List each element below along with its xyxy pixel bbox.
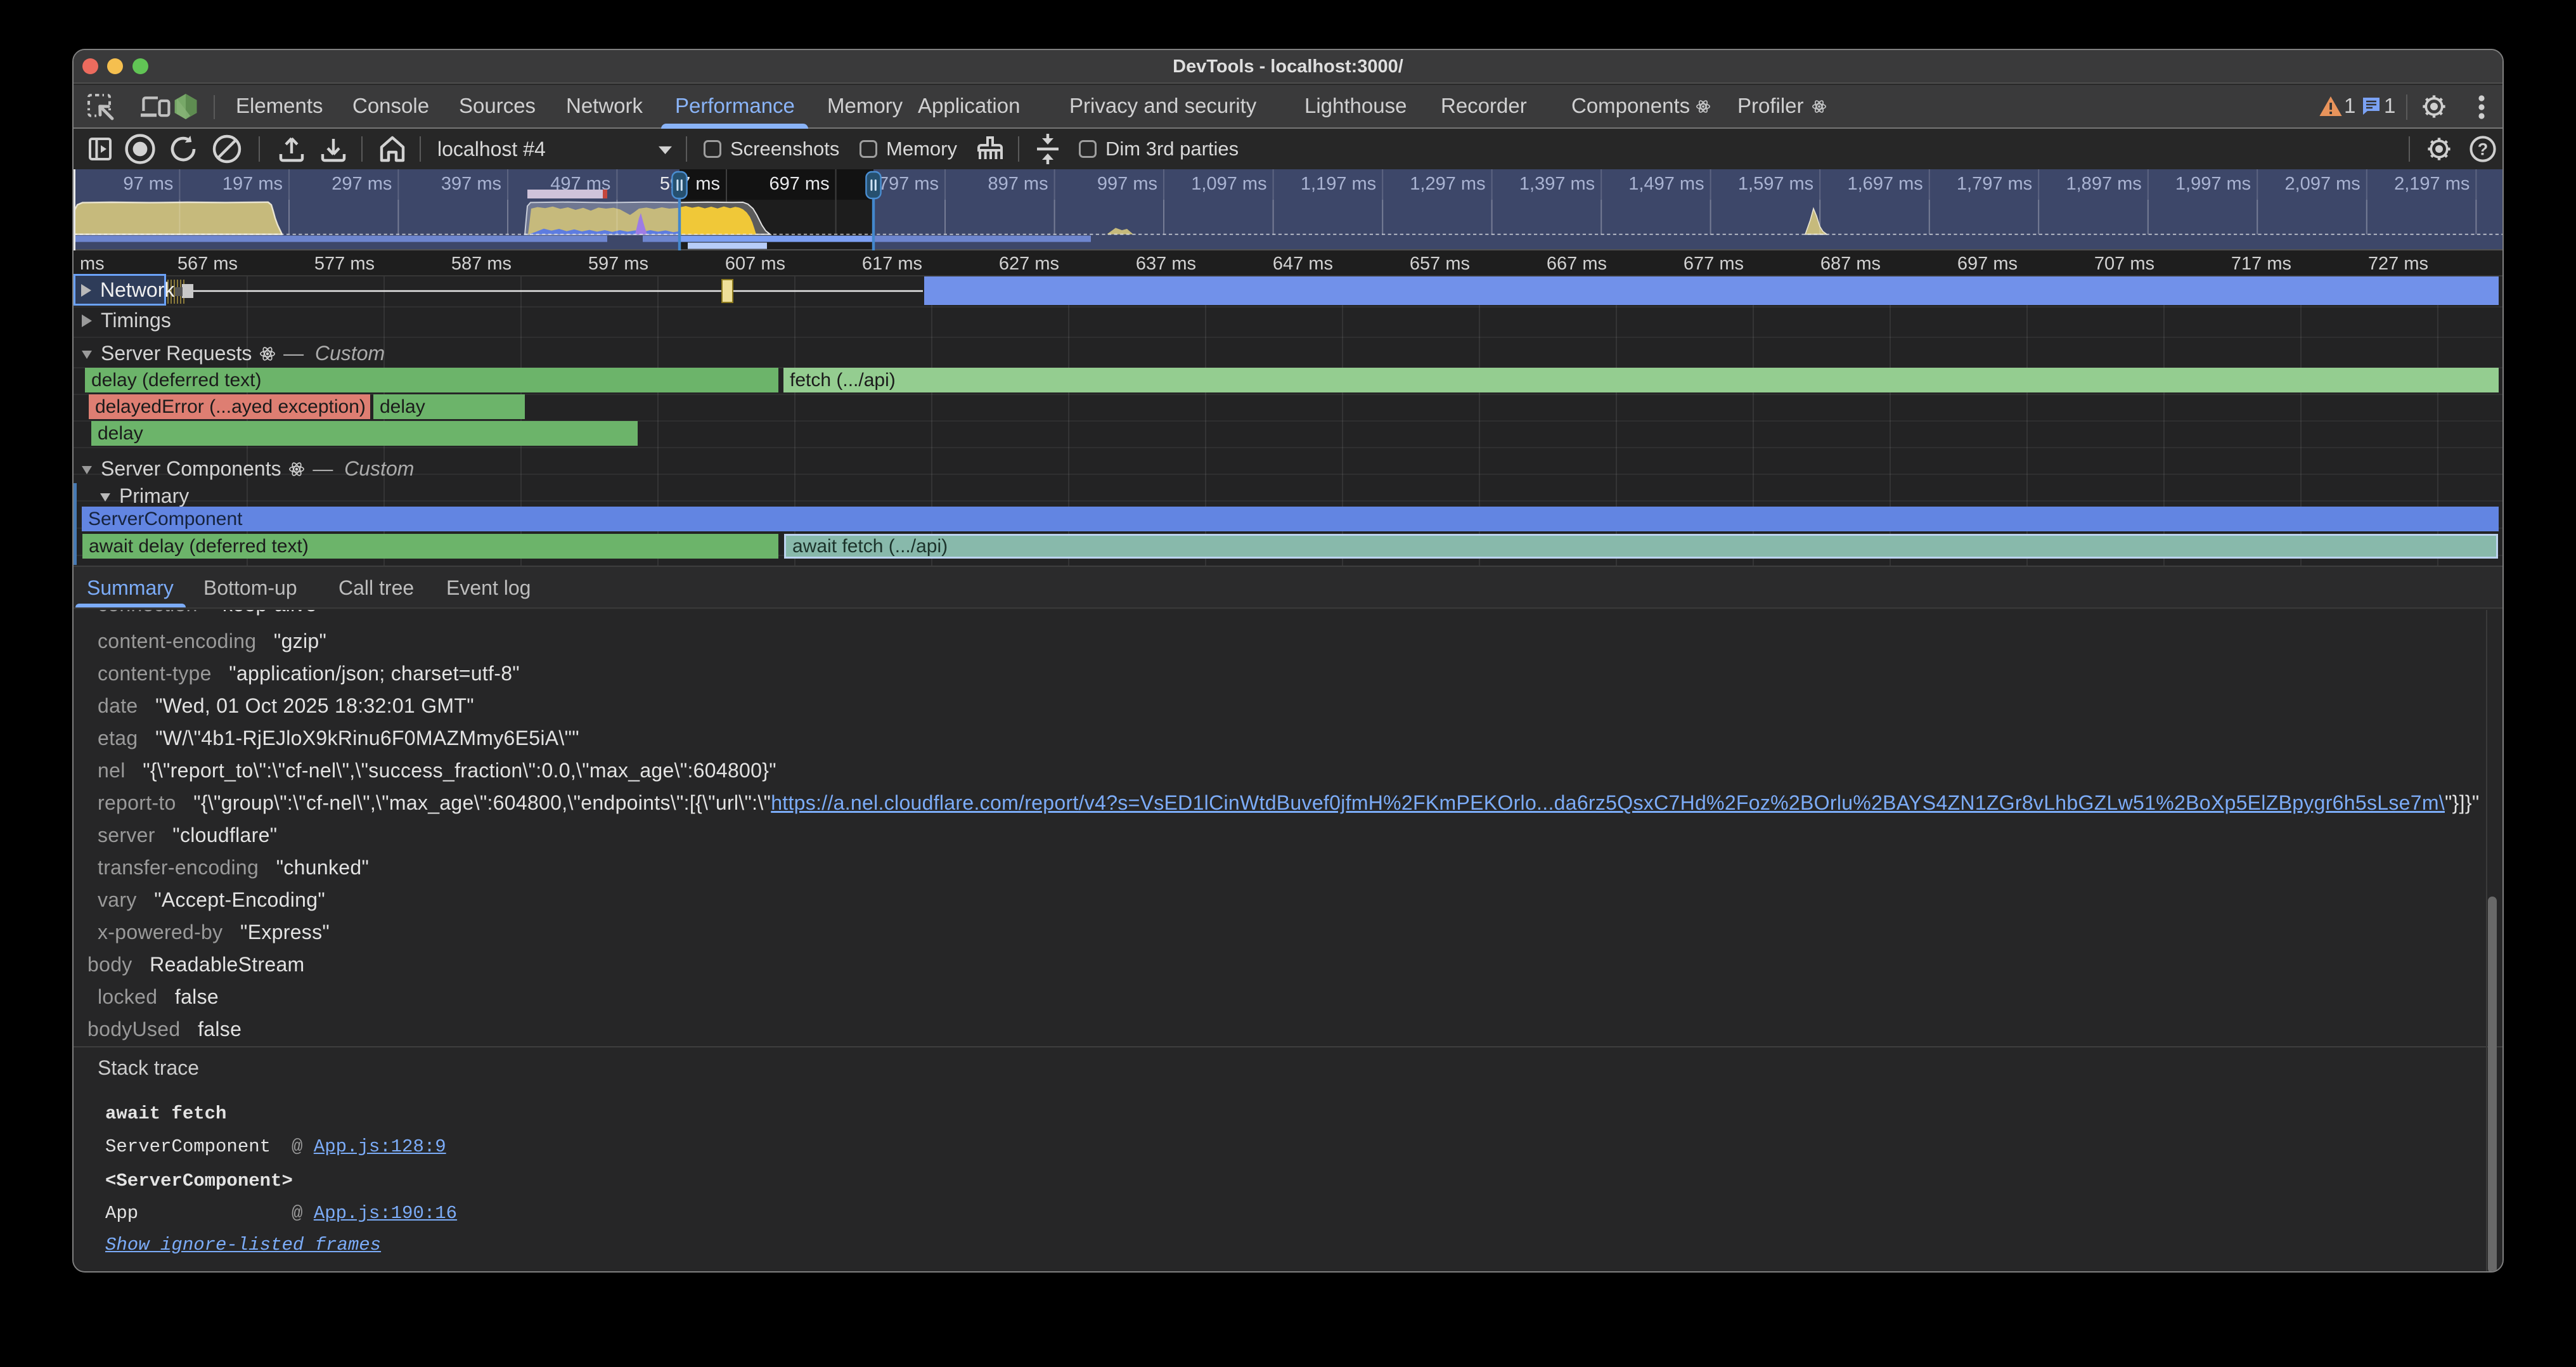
svg-text:1,897 ms: 1,897 ms <box>2066 174 2142 194</box>
svg-text:1,597 ms: 1,597 ms <box>1738 174 1813 194</box>
svg-text:?: ? <box>2478 139 2489 159</box>
svg-text:1,297 ms: 1,297 ms <box>1410 174 1485 194</box>
svg-text:1,997 ms: 1,997 ms <box>2175 174 2251 194</box>
svg-text:1,797 ms: 1,797 ms <box>1957 174 2032 194</box>
svg-text:1,097 ms: 1,097 ms <box>1191 174 1266 194</box>
svg-text:197 ms: 197 ms <box>222 174 283 194</box>
svg-text:1,197 ms: 1,197 ms <box>1301 174 1376 194</box>
svg-text:897 ms: 897 ms <box>988 174 1048 194</box>
svg-text:297 ms: 297 ms <box>332 174 392 194</box>
svg-text:697 ms: 697 ms <box>769 174 829 194</box>
svg-text:97 ms: 97 ms <box>123 174 173 194</box>
svg-text:2,197 ms: 2,197 ms <box>2394 174 2470 194</box>
svg-text:2,097 ms: 2,097 ms <box>2285 174 2360 194</box>
svg-text:797 ms: 797 ms <box>879 174 939 194</box>
svg-text:1,697 ms: 1,697 ms <box>1848 174 1923 194</box>
svg-text:597 ms: 597 ms <box>660 174 720 194</box>
svg-text:397 ms: 397 ms <box>441 174 501 194</box>
svg-text:1,397 ms: 1,397 ms <box>1519 174 1595 194</box>
svg-text:997 ms: 997 ms <box>1097 174 1157 194</box>
svg-text:1,497 ms: 1,497 ms <box>1628 174 1704 194</box>
